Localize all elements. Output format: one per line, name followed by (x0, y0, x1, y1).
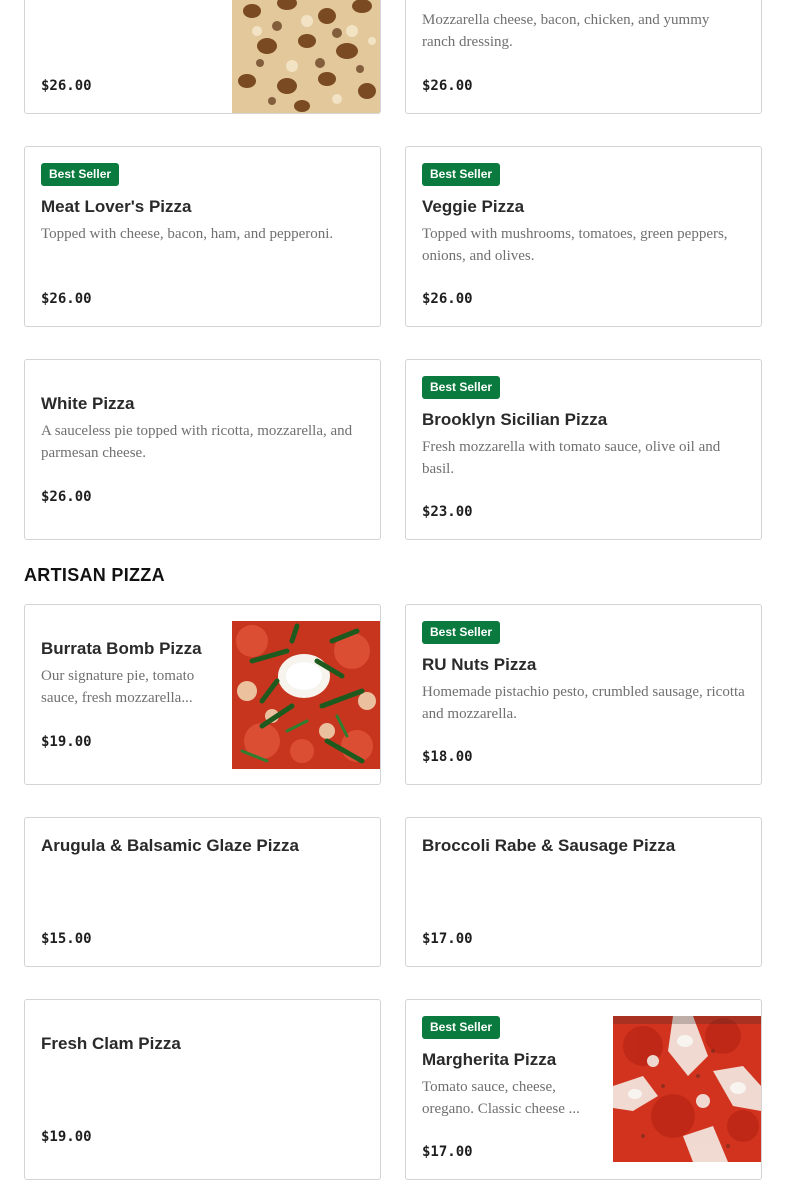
item-price: $26.00 (41, 291, 92, 307)
item-price: $17.00 (422, 1144, 473, 1160)
item-price: $17.00 (422, 931, 473, 947)
menu-item-card[interactable]: Arugula & Balsamic Glaze Pizza $15.00 (24, 817, 381, 967)
menu-item-card[interactable]: Best Seller Brooklyn Sicilian Pizza Fres… (405, 359, 762, 540)
best-seller-badge: Best Seller (422, 621, 501, 644)
menu-item-card[interactable]: Mozzarella cheese, bacon, chicken, and y… (405, 0, 762, 114)
item-price: $23.00 (422, 504, 473, 520)
item-price: $18.00 (422, 749, 473, 765)
item-name: Broccoli Rabe & Sausage Pizza (422, 836, 676, 855)
item-name: Fresh Clam Pizza (41, 1034, 181, 1053)
menu-item-card[interactable]: $26.00 (24, 0, 381, 114)
section-title-artisan-pizza: ARTISAN PIZZA (24, 565, 165, 585)
item-price: $15.00 (41, 931, 92, 947)
item-price: $19.00 (41, 1129, 92, 1145)
best-seller-badge: Best Seller (422, 376, 501, 399)
item-price: $26.00 (422, 78, 473, 94)
item-description: Our signature pie, tomato sauce, fresh m… (41, 668, 195, 706)
menu-item-card[interactable]: Best Seller Veggie Pizza Topped with mus… (405, 146, 762, 327)
item-name: Burrata Bomb Pizza (41, 639, 202, 658)
pizza-photo (232, 0, 380, 113)
item-name: RU Nuts Pizza (422, 655, 537, 674)
item-price: $19.00 (41, 734, 92, 750)
menu-item-card[interactable]: Best Seller Margherita Pizza Tomato sauc… (405, 999, 762, 1180)
item-description: A sauceless pie topped with ricotta, moz… (41, 423, 353, 461)
item-name: Veggie Pizza (422, 197, 525, 216)
menu-item-card[interactable]: Best Seller RU Nuts Pizza Homemade pista… (405, 604, 762, 785)
best-seller-badge: Best Seller (422, 1016, 501, 1039)
item-description: Topped with cheese, bacon, ham, and pepp… (41, 226, 334, 242)
item-description: Homemade pistachio pesto, crumbled sausa… (422, 684, 745, 722)
item-name: Brooklyn Sicilian Pizza (422, 410, 608, 429)
pizza-photo (232, 621, 380, 769)
item-name: Arugula & Balsamic Glaze Pizza (41, 836, 299, 855)
menu-item-card[interactable]: Best Seller Meat Lover's Pizza Topped wi… (24, 146, 381, 327)
menu-item-card[interactable]: Broccoli Rabe & Sausage Pizza $17.00 (405, 817, 762, 967)
item-description: Mozzarella cheese, bacon, chicken, and y… (422, 12, 710, 50)
item-price: $26.00 (41, 489, 92, 505)
item-description: Topped with mushrooms, tomatoes, green p… (422, 226, 728, 264)
item-name: White Pizza (41, 394, 135, 413)
pizza-photo (613, 1016, 761, 1162)
item-price: $26.00 (41, 78, 92, 94)
menu-item-card[interactable]: White Pizza A sauceless pie topped with … (24, 359, 381, 540)
menu-item-card[interactable]: Fresh Clam Pizza $19.00 (24, 999, 381, 1180)
item-description: Tomato sauce, cheese, oregano. Classic c… (422, 1079, 580, 1117)
item-name: Margherita Pizza (422, 1050, 557, 1069)
item-name: Meat Lover's Pizza (41, 197, 192, 216)
best-seller-badge: Best Seller (41, 163, 120, 186)
item-description: Fresh mozzarella with tomato sauce, oliv… (422, 439, 721, 477)
item-price: $26.00 (422, 291, 473, 307)
best-seller-badge: Best Seller (422, 163, 501, 186)
menu-item-card[interactable]: Burrata Bomb Pizza Our signature pie, to… (24, 604, 381, 785)
